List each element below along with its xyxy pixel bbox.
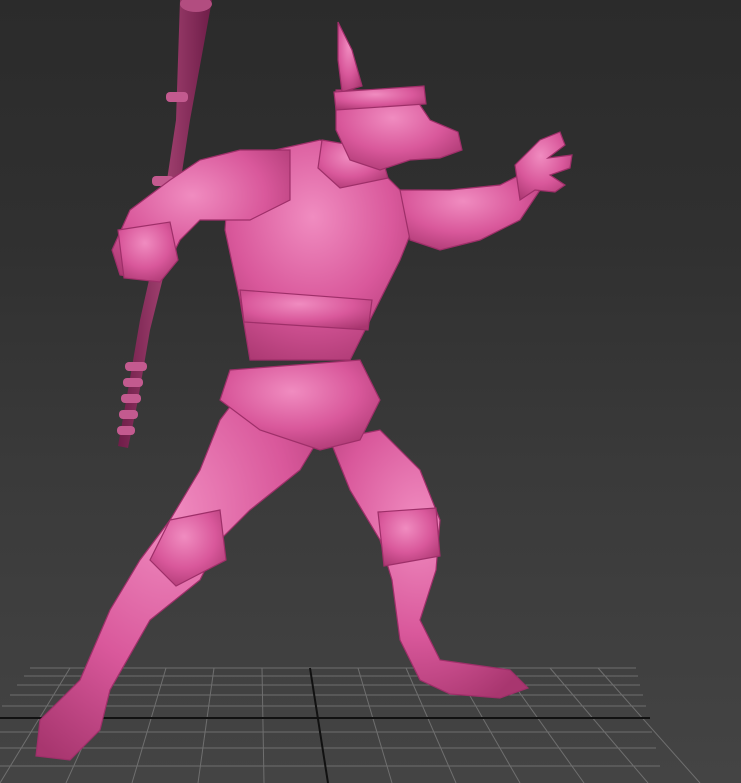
character-model[interactable] [35, 21, 573, 761]
3d-viewport[interactable] [0, 0, 741, 783]
viewport-canvas[interactable] [0, 0, 741, 783]
